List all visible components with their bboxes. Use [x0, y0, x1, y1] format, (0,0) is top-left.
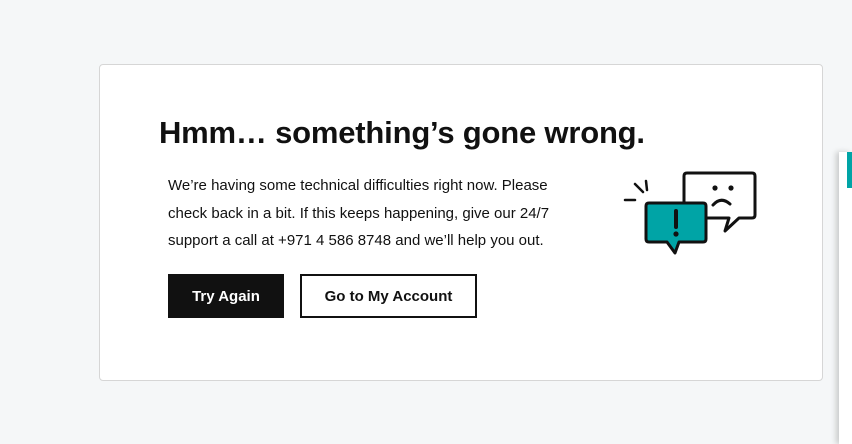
chat-bubbles-error-icon	[621, 167, 761, 257]
try-again-button[interactable]: Try Again	[168, 274, 284, 318]
side-panel-edge	[839, 152, 852, 444]
go-to-my-account-button[interactable]: Go to My Account	[300, 274, 477, 318]
error-title: Hmm… something’s gone wrong.	[159, 115, 645, 150]
error-card: Hmm… something’s gone wrong. We’re havin…	[99, 64, 823, 381]
error-message: We’re having some technical difficulties…	[168, 177, 550, 249]
side-panel-accent	[847, 152, 852, 188]
